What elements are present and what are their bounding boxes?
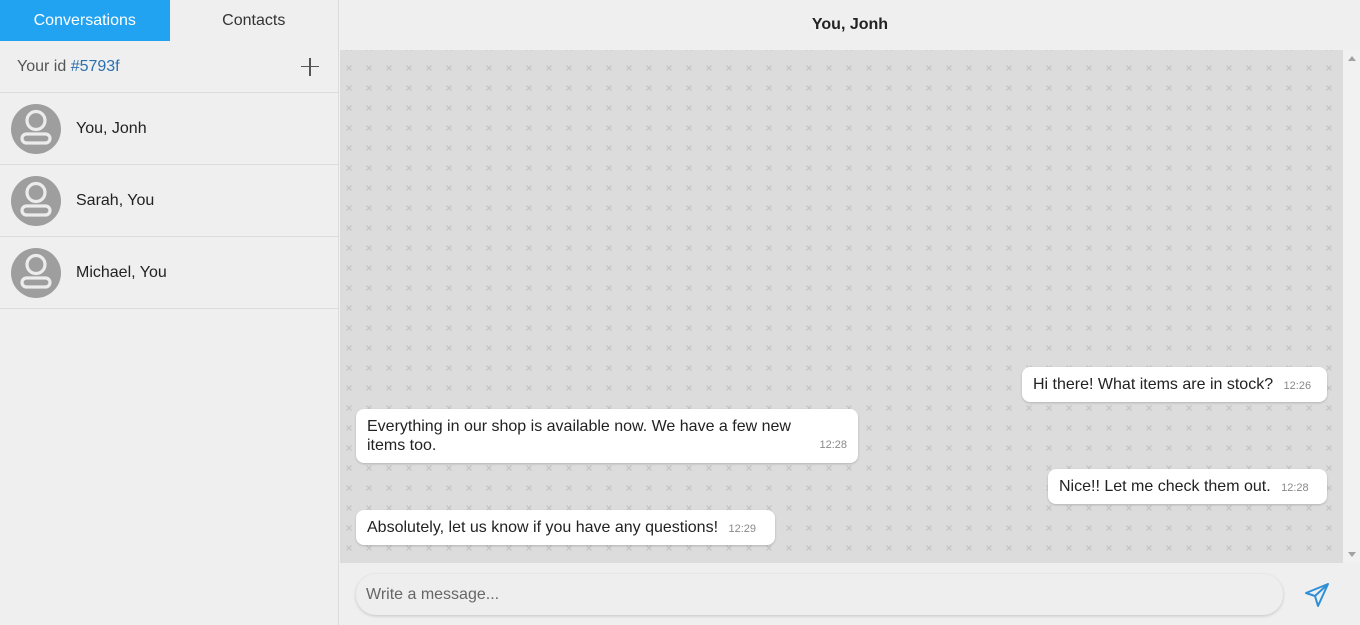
tab-bar: Conversations Contacts xyxy=(0,0,338,41)
plus-icon[interactable] xyxy=(300,57,320,77)
user-id-row: Your id #5793f xyxy=(0,41,338,93)
chat-pane: You, Jonh Hi there! What items are in st… xyxy=(340,0,1360,625)
message-text: Hi there! What items are in stock? xyxy=(1033,376,1274,393)
conversation-name: Sarah, You xyxy=(76,191,155,209)
message-time: 12:28 xyxy=(1281,482,1309,494)
message-text: Everything in our shop is available now.… xyxy=(367,418,791,454)
message-bubble-outgoing: Hi there! What items are in stock? 12:26 xyxy=(1022,367,1327,402)
message-text: Nice!! Let me check them out. xyxy=(1059,478,1271,495)
send-icon[interactable] xyxy=(1304,582,1330,608)
user-avatar-icon xyxy=(11,175,61,226)
conversation-item[interactable]: You, Jonh xyxy=(0,93,338,165)
message-bubble-incoming: Everything in our shop is available now.… xyxy=(356,409,858,463)
message-input[interactable] xyxy=(356,574,1283,615)
tab-conversations[interactable]: Conversations xyxy=(0,0,170,41)
user-id-value[interactable]: #5793f xyxy=(71,58,120,75)
conversation-name: Michael, You xyxy=(76,263,167,281)
message-bubble-outgoing: Nice!! Let me check them out. 12:28 xyxy=(1048,469,1327,504)
message-area[interactable]: Hi there! What items are in stock? 12:26… xyxy=(340,50,1343,563)
message-bubble-incoming: Absolutely, let us know if you have any … xyxy=(356,510,775,545)
message-text: Absolutely, let us know if you have any … xyxy=(367,519,719,536)
conversation-name: You, Jonh xyxy=(76,119,147,137)
message-time: 12:29 xyxy=(728,523,756,535)
chat-title: You, Jonh xyxy=(340,0,1360,50)
message-composer xyxy=(340,563,1360,625)
conversation-item[interactable]: Michael, You xyxy=(0,237,338,309)
user-id-label: Your id xyxy=(17,57,67,75)
sidebar: Conversations Contacts Your id #5793f Yo… xyxy=(0,0,339,625)
chat-scrollbar[interactable] xyxy=(1343,50,1360,563)
user-avatar-icon xyxy=(11,103,61,154)
user-avatar-icon xyxy=(11,247,61,298)
user-id: Your id #5793f xyxy=(17,58,120,76)
scroll-up-arrow-icon[interactable] xyxy=(1348,56,1356,61)
message-time: 12:28 xyxy=(819,439,847,451)
tab-contacts[interactable]: Contacts xyxy=(169,0,338,41)
scroll-down-arrow-icon[interactable] xyxy=(1348,552,1356,557)
conversation-item[interactable]: Sarah, You xyxy=(0,165,338,237)
message-time: 12:26 xyxy=(1283,380,1312,392)
